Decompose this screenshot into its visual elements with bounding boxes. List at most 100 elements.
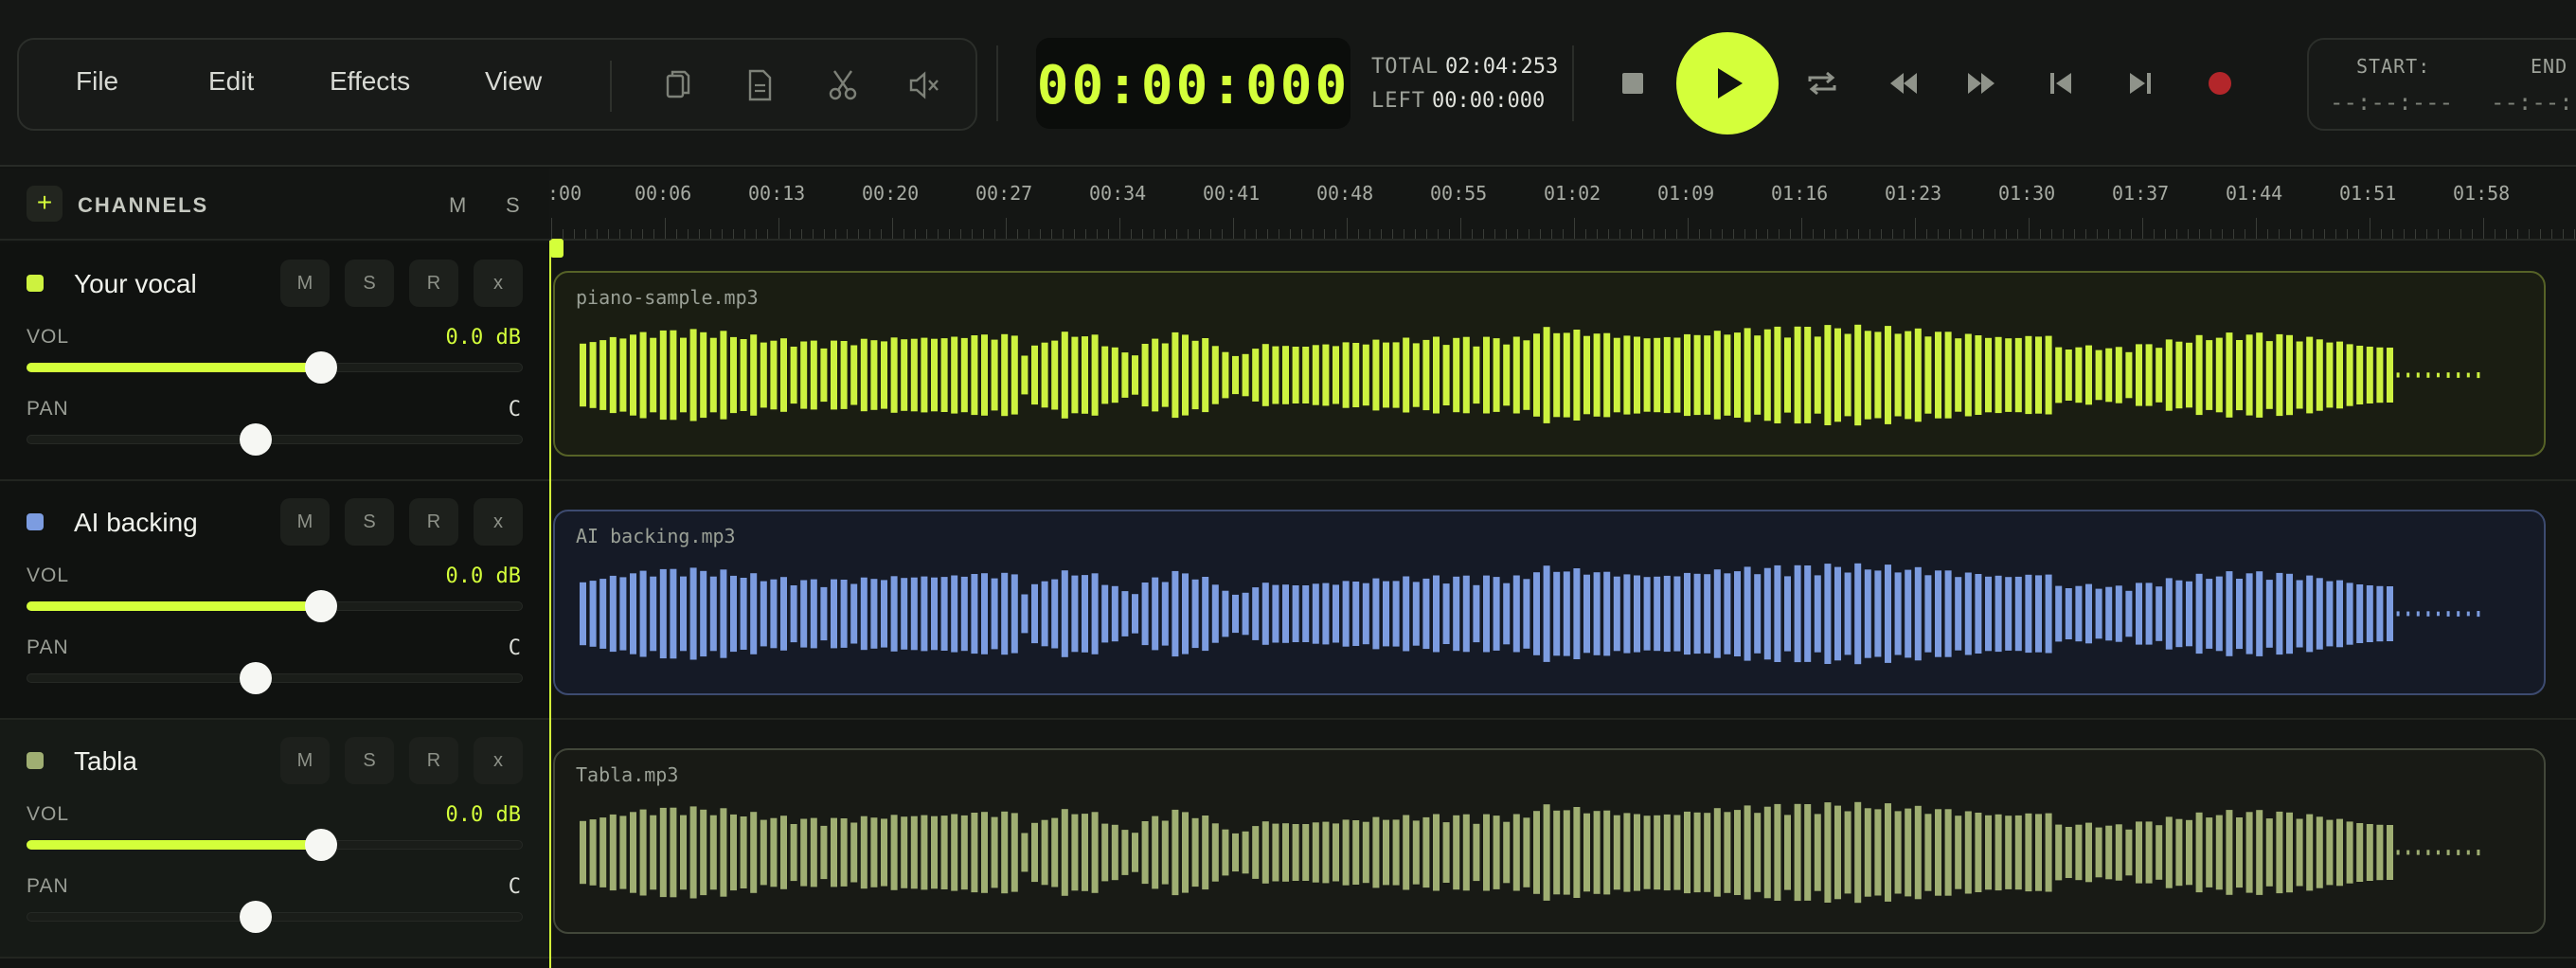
waveform-bar <box>2035 575 2042 653</box>
record-arm-button[interactable]: R <box>409 498 458 546</box>
waveform-bar <box>1071 575 1079 653</box>
volume-slider[interactable] <box>27 351 523 384</box>
ruler-tick <box>949 229 950 239</box>
fast-forward-icon[interactable] <box>1962 64 2000 102</box>
waveform-bar <box>2136 344 2142 406</box>
audio-clip[interactable]: piano-sample.mp3 <box>553 271 2546 457</box>
solo-all-button[interactable]: S <box>506 193 520 218</box>
ruler-tick <box>2290 229 2291 239</box>
waveform-bar <box>1261 821 1269 884</box>
volume-slider[interactable] <box>27 590 523 622</box>
range-start-value[interactable]: --:--:--- <box>2330 89 2453 116</box>
pan-slider[interactable] <box>27 901 523 933</box>
waveform-bar <box>2186 819 2192 886</box>
volume-slider-thumb[interactable] <box>305 351 338 384</box>
waveform-bar <box>1342 342 1350 408</box>
remove-channel-button[interactable]: x <box>474 498 523 546</box>
mute-button[interactable]: M <box>280 260 330 307</box>
track-lane[interactable]: AI backing.mp3 <box>549 481 2576 720</box>
waveform-bar <box>1051 817 1059 887</box>
loop-icon[interactable] <box>1803 64 1841 102</box>
waveform-bar <box>1322 821 1330 884</box>
waveform-bar <box>810 340 817 410</box>
waveform-bar <box>1061 570 1068 657</box>
solo-button[interactable]: S <box>345 260 394 307</box>
pan-slider[interactable] <box>27 423 523 456</box>
channel-name[interactable]: Tabla <box>74 746 137 777</box>
record-icon[interactable] <box>2201 64 2239 102</box>
mute-button[interactable]: M <box>280 737 330 784</box>
rewind-icon[interactable] <box>1885 64 1923 102</box>
waveform-bar <box>1493 338 1500 412</box>
scissors-icon[interactable] <box>824 66 862 104</box>
waveform-bar <box>1082 814 1088 891</box>
ruler-tick <box>574 229 575 239</box>
waveform-bar <box>1543 804 1550 901</box>
skip-start-icon[interactable] <box>2042 64 2080 102</box>
channel-name[interactable]: Your vocal <box>74 269 197 299</box>
volume-slider[interactable] <box>27 829 523 861</box>
waveform <box>580 324 2480 426</box>
pan-slider-thumb[interactable] <box>240 901 272 933</box>
ruler-tick <box>801 229 802 239</box>
menu-effects[interactable]: Effects <box>330 66 410 97</box>
ruler-tick <box>1085 229 1086 239</box>
solo-button[interactable]: S <box>345 737 394 784</box>
pan-slider-thumb[interactable] <box>240 662 272 694</box>
audio-clip[interactable]: AI backing.mp3 <box>553 510 2546 695</box>
ruler-tick-label: 01:02 <box>1544 182 1601 205</box>
ruler-tick <box>1210 229 1211 239</box>
ruler-tick <box>1574 218 1575 239</box>
waveform-bar <box>2195 334 2203 416</box>
waveform-bar <box>2256 810 2263 895</box>
channel-name[interactable]: AI backing <box>74 508 198 538</box>
waveform-bar <box>1232 833 1239 872</box>
solo-button[interactable]: S <box>345 498 394 546</box>
menu-view[interactable]: View <box>485 66 542 97</box>
audio-clip[interactable]: Tabla.mp3 <box>553 748 2546 934</box>
ruler-tick <box>1904 229 1905 239</box>
playhead-handle[interactable] <box>550 239 564 258</box>
mute-icon[interactable] <box>905 66 943 104</box>
channel-strip[interactable]: AI backing M S Rx VOL 0.0 dB PAN C <box>0 481 549 720</box>
menu-edit[interactable]: Edit <box>208 66 254 97</box>
mute-all-button[interactable]: M <box>449 193 466 218</box>
stop-icon[interactable] <box>1614 64 1652 102</box>
waveform-bar <box>2156 586 2163 641</box>
pan-slider-thumb[interactable] <box>240 423 272 456</box>
range-end-value[interactable]: --:--: <box>2491 89 2573 116</box>
track-lane[interactable]: Tabla.mp3 <box>549 720 2576 959</box>
add-channel-button[interactable]: + <box>27 186 63 222</box>
record-arm-button[interactable]: R <box>409 737 458 784</box>
remove-channel-button[interactable]: x <box>474 737 523 784</box>
copy-icon[interactable] <box>657 66 695 104</box>
menu-file[interactable]: File <box>76 66 118 97</box>
waveform-bar <box>2437 611 2440 617</box>
playhead[interactable] <box>549 241 551 968</box>
play-button[interactable] <box>1676 32 1779 134</box>
skip-end-icon[interactable] <box>2121 64 2159 102</box>
waveform-bar <box>840 341 848 409</box>
waveform-bar <box>1272 346 1279 404</box>
track-lane[interactable]: piano-sample.mp3 <box>549 242 2576 481</box>
record-arm-button[interactable]: R <box>409 260 458 307</box>
ruler-tick <box>2040 229 2041 239</box>
pan-slider[interactable] <box>27 662 523 694</box>
waveform-bar <box>1403 576 1410 652</box>
channel-strip[interactable]: Your vocal M S Rx VOL 0.0 dB PAN C <box>0 242 549 481</box>
waveform-bar <box>740 816 747 888</box>
waveform-bar <box>1724 573 1731 654</box>
time-ruler[interactable]: :00 00:06 00:13 00:20 00:27 00:34 00:41 00:48 00… <box>549 169 2576 241</box>
waveform-bar <box>2457 850 2460 855</box>
waveform-bar <box>1433 336 1440 414</box>
volume-slider-thumb[interactable] <box>305 829 338 861</box>
channel-strip[interactable]: Tabla M S Rx VOL 0.0 dB PAN C <box>0 720 549 959</box>
remove-channel-button[interactable]: x <box>474 260 523 307</box>
mute-button[interactable]: M <box>280 498 330 546</box>
ruler-tick <box>710 229 711 239</box>
document-icon[interactable] <box>741 66 778 104</box>
ruler-tick <box>915 229 916 239</box>
timeline[interactable]: :00 00:06 00:13 00:20 00:27 00:34 00:41 00:48 00… <box>549 169 2576 968</box>
waveform-bar <box>1643 816 1651 889</box>
volume-slider-thumb[interactable] <box>305 590 338 622</box>
